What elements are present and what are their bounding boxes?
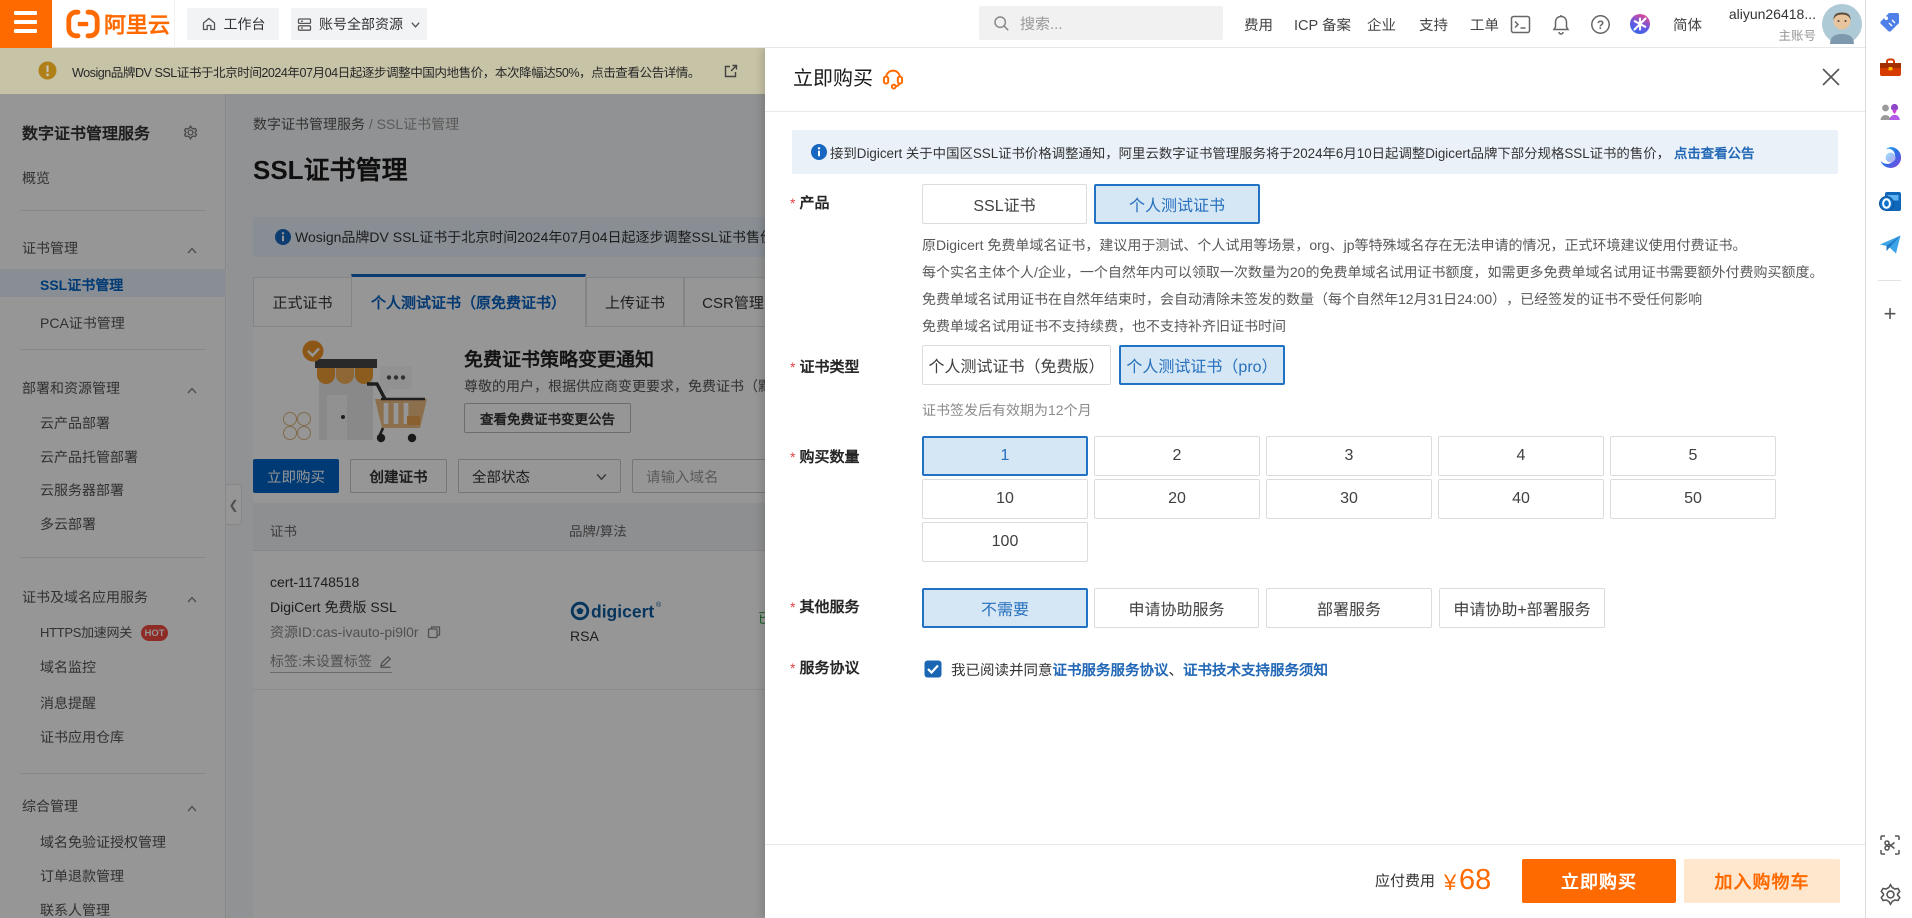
svg-text:?: ?: [1597, 17, 1604, 31]
svg-text:阿里云: 阿里云: [104, 9, 170, 39]
